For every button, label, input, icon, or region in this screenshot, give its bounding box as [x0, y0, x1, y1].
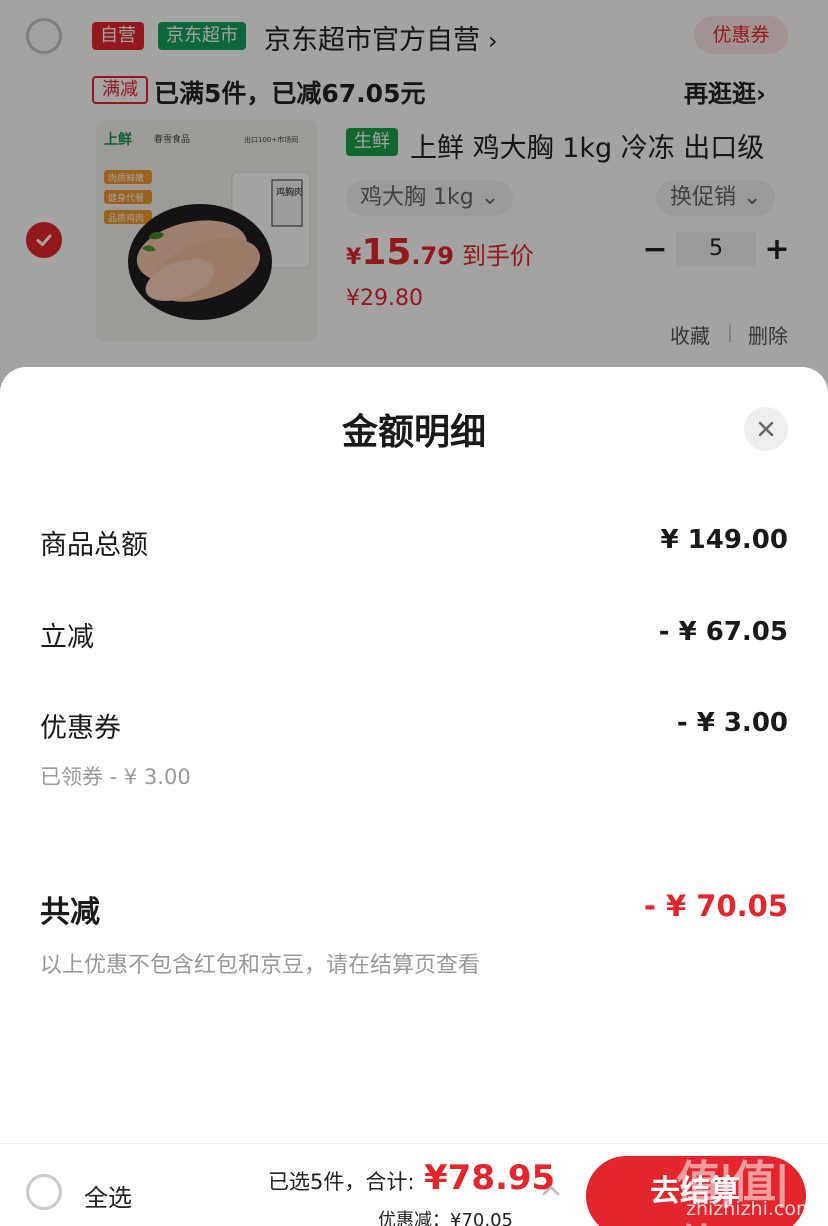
select-all-label[interactable]: 全选	[84, 1178, 132, 1213]
subtotal-value: ¥ 149.00	[660, 525, 788, 555]
select-all-radio[interactable]	[26, 1174, 62, 1210]
sheet-title: 金额明细	[341, 412, 486, 453]
discount-note: 以上优惠不包含红包和京豆，请在结算页查看	[40, 953, 481, 978]
close-icon	[758, 421, 774, 437]
close-button[interactable]	[744, 407, 788, 451]
dim-overlay[interactable]	[0, 0, 828, 400]
coupon-claimed-note: 已领券 - ¥ 3.00	[40, 765, 191, 789]
total-amount: ¥78.95	[424, 1158, 556, 1198]
watermark-url: zhizhizhi.com	[686, 1198, 815, 1220]
subtotal-label: 商品总额	[40, 530, 148, 561]
discount-summary: 优惠减：¥70.05	[378, 1210, 513, 1226]
amount-detail-sheet: 金额明细 商品总额 ¥ 149.00 立减 - ¥ 67.05 优惠券 - ¥ …	[0, 367, 828, 1145]
caret-up-icon[interactable]	[540, 1180, 562, 1202]
instant-discount-label: 立减	[40, 622, 94, 653]
coupon-value: - ¥ 3.00	[676, 708, 788, 738]
coupon-label: 优惠券	[40, 713, 121, 744]
total-discount-value: - ¥ 70.05	[643, 889, 788, 923]
cart-background: 自营 京东超市 京东超市官方自营 › 优惠券 满减 已满5件，已减67.05元 再…	[0, 0, 828, 400]
instant-discount-value: - ¥ 67.05	[658, 617, 788, 647]
total-discount-label: 共减	[40, 895, 100, 930]
selected-summary: 已选5件，合计:	[268, 1170, 415, 1194]
